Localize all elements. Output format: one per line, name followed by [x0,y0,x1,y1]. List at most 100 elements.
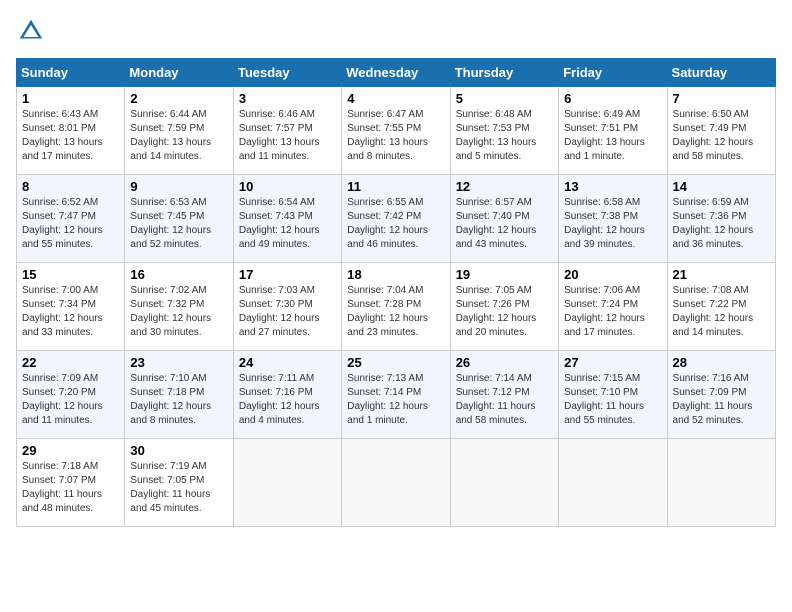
day-info: Sunrise: 6:57 AM Sunset: 7:40 PM Dayligh… [456,196,553,252]
calendar-day: 18 Sunrise: 7:04 AM Sunset: 7:28 PM Dayl… [342,263,450,351]
day-number: 8 [22,179,119,194]
day-info: Sunrise: 7:08 AM Sunset: 7:22 PM Dayligh… [673,284,770,340]
day-info: Sunrise: 7:10 AM Sunset: 7:18 PM Dayligh… [130,372,227,428]
day-info: Sunrise: 6:54 AM Sunset: 7:43 PM Dayligh… [239,196,336,252]
day-info: Sunrise: 7:18 AM Sunset: 7:07 PM Dayligh… [22,460,119,516]
calendar-day: 4 Sunrise: 6:47 AM Sunset: 7:55 PM Dayli… [342,87,450,175]
calendar-day: 8 Sunrise: 6:52 AM Sunset: 7:47 PM Dayli… [17,175,125,263]
calendar-day: 5 Sunrise: 6:48 AM Sunset: 7:53 PM Dayli… [450,87,558,175]
day-info: Sunrise: 6:46 AM Sunset: 7:57 PM Dayligh… [239,108,336,164]
day-number: 14 [673,179,770,194]
header-friday: Friday [559,59,667,87]
day-info: Sunrise: 7:13 AM Sunset: 7:14 PM Dayligh… [347,372,444,428]
calendar-week-row: 29 Sunrise: 7:18 AM Sunset: 7:07 PM Dayl… [17,439,776,527]
header-saturday: Saturday [667,59,775,87]
day-number: 22 [22,355,119,370]
calendar-day: 30 Sunrise: 7:19 AM Sunset: 7:05 PM Dayl… [125,439,233,527]
day-info: Sunrise: 6:52 AM Sunset: 7:47 PM Dayligh… [22,196,119,252]
logo-icon [16,16,46,46]
calendar-day: 9 Sunrise: 6:53 AM Sunset: 7:45 PM Dayli… [125,175,233,263]
day-number: 10 [239,179,336,194]
calendar-day: 27 Sunrise: 7:15 AM Sunset: 7:10 PM Dayl… [559,351,667,439]
day-info: Sunrise: 6:44 AM Sunset: 7:59 PM Dayligh… [130,108,227,164]
day-number: 15 [22,267,119,282]
calendar-day: 2 Sunrise: 6:44 AM Sunset: 7:59 PM Dayli… [125,87,233,175]
day-number: 18 [347,267,444,282]
day-info: Sunrise: 7:00 AM Sunset: 7:34 PM Dayligh… [22,284,119,340]
day-info: Sunrise: 6:43 AM Sunset: 8:01 PM Dayligh… [22,108,119,164]
day-info: Sunrise: 7:05 AM Sunset: 7:26 PM Dayligh… [456,284,553,340]
day-number: 26 [456,355,553,370]
day-info: Sunrise: 6:47 AM Sunset: 7:55 PM Dayligh… [347,108,444,164]
calendar-day: 29 Sunrise: 7:18 AM Sunset: 7:07 PM Dayl… [17,439,125,527]
calendar-day [450,439,558,527]
calendar-day [342,439,450,527]
calendar-week-row: 8 Sunrise: 6:52 AM Sunset: 7:47 PM Dayli… [17,175,776,263]
day-info: Sunrise: 7:16 AM Sunset: 7:09 PM Dayligh… [673,372,770,428]
calendar-day: 3 Sunrise: 6:46 AM Sunset: 7:57 PM Dayli… [233,87,341,175]
day-number: 28 [673,355,770,370]
day-number: 1 [22,91,119,106]
day-info: Sunrise: 7:04 AM Sunset: 7:28 PM Dayligh… [347,284,444,340]
header-monday: Monday [125,59,233,87]
day-number: 13 [564,179,661,194]
logo [16,16,50,46]
day-info: Sunrise: 7:06 AM Sunset: 7:24 PM Dayligh… [564,284,661,340]
day-info: Sunrise: 7:19 AM Sunset: 7:05 PM Dayligh… [130,460,227,516]
day-number: 27 [564,355,661,370]
day-info: Sunrise: 7:09 AM Sunset: 7:20 PM Dayligh… [22,372,119,428]
calendar-day: 16 Sunrise: 7:02 AM Sunset: 7:32 PM Dayl… [125,263,233,351]
header-thursday: Thursday [450,59,558,87]
calendar-day: 20 Sunrise: 7:06 AM Sunset: 7:24 PM Dayl… [559,263,667,351]
day-number: 3 [239,91,336,106]
calendar-day: 1 Sunrise: 6:43 AM Sunset: 8:01 PM Dayli… [17,87,125,175]
calendar-day: 15 Sunrise: 7:00 AM Sunset: 7:34 PM Dayl… [17,263,125,351]
day-number: 5 [456,91,553,106]
day-info: Sunrise: 7:14 AM Sunset: 7:12 PM Dayligh… [456,372,553,428]
calendar-week-row: 22 Sunrise: 7:09 AM Sunset: 7:20 PM Dayl… [17,351,776,439]
calendar-day: 23 Sunrise: 7:10 AM Sunset: 7:18 PM Dayl… [125,351,233,439]
day-number: 2 [130,91,227,106]
calendar-day: 26 Sunrise: 7:14 AM Sunset: 7:12 PM Dayl… [450,351,558,439]
day-info: Sunrise: 7:11 AM Sunset: 7:16 PM Dayligh… [239,372,336,428]
day-number: 20 [564,267,661,282]
calendar-day: 7 Sunrise: 6:50 AM Sunset: 7:49 PM Dayli… [667,87,775,175]
day-info: Sunrise: 7:15 AM Sunset: 7:10 PM Dayligh… [564,372,661,428]
calendar-day: 13 Sunrise: 6:58 AM Sunset: 7:38 PM Dayl… [559,175,667,263]
day-number: 30 [130,443,227,458]
day-number: 21 [673,267,770,282]
day-number: 11 [347,179,444,194]
calendar-day: 24 Sunrise: 7:11 AM Sunset: 7:16 PM Dayl… [233,351,341,439]
day-info: Sunrise: 6:58 AM Sunset: 7:38 PM Dayligh… [564,196,661,252]
calendar-day: 28 Sunrise: 7:16 AM Sunset: 7:09 PM Dayl… [667,351,775,439]
calendar-day: 21 Sunrise: 7:08 AM Sunset: 7:22 PM Dayl… [667,263,775,351]
day-number: 6 [564,91,661,106]
calendar-day: 22 Sunrise: 7:09 AM Sunset: 7:20 PM Dayl… [17,351,125,439]
calendar-day: 25 Sunrise: 7:13 AM Sunset: 7:14 PM Dayl… [342,351,450,439]
calendar-day: 19 Sunrise: 7:05 AM Sunset: 7:26 PM Dayl… [450,263,558,351]
day-number: 17 [239,267,336,282]
day-info: Sunrise: 6:55 AM Sunset: 7:42 PM Dayligh… [347,196,444,252]
header-tuesday: Tuesday [233,59,341,87]
calendar-day: 14 Sunrise: 6:59 AM Sunset: 7:36 PM Dayl… [667,175,775,263]
calendar-day: 6 Sunrise: 6:49 AM Sunset: 7:51 PM Dayli… [559,87,667,175]
day-info: Sunrise: 6:53 AM Sunset: 7:45 PM Dayligh… [130,196,227,252]
calendar-table: SundayMondayTuesdayWednesdayThursdayFrid… [16,58,776,527]
header-wednesday: Wednesday [342,59,450,87]
calendar-day: 12 Sunrise: 6:57 AM Sunset: 7:40 PM Dayl… [450,175,558,263]
day-info: Sunrise: 6:49 AM Sunset: 7:51 PM Dayligh… [564,108,661,164]
header-sunday: Sunday [17,59,125,87]
day-number: 19 [456,267,553,282]
day-number: 23 [130,355,227,370]
calendar-week-row: 1 Sunrise: 6:43 AM Sunset: 8:01 PM Dayli… [17,87,776,175]
calendar-day: 17 Sunrise: 7:03 AM Sunset: 7:30 PM Dayl… [233,263,341,351]
calendar-day [667,439,775,527]
calendar-week-row: 15 Sunrise: 7:00 AM Sunset: 7:34 PM Dayl… [17,263,776,351]
day-info: Sunrise: 6:50 AM Sunset: 7:49 PM Dayligh… [673,108,770,164]
day-number: 12 [456,179,553,194]
calendar-day: 10 Sunrise: 6:54 AM Sunset: 7:43 PM Dayl… [233,175,341,263]
day-number: 29 [22,443,119,458]
day-info: Sunrise: 6:59 AM Sunset: 7:36 PM Dayligh… [673,196,770,252]
day-info: Sunrise: 7:03 AM Sunset: 7:30 PM Dayligh… [239,284,336,340]
calendar-day [233,439,341,527]
